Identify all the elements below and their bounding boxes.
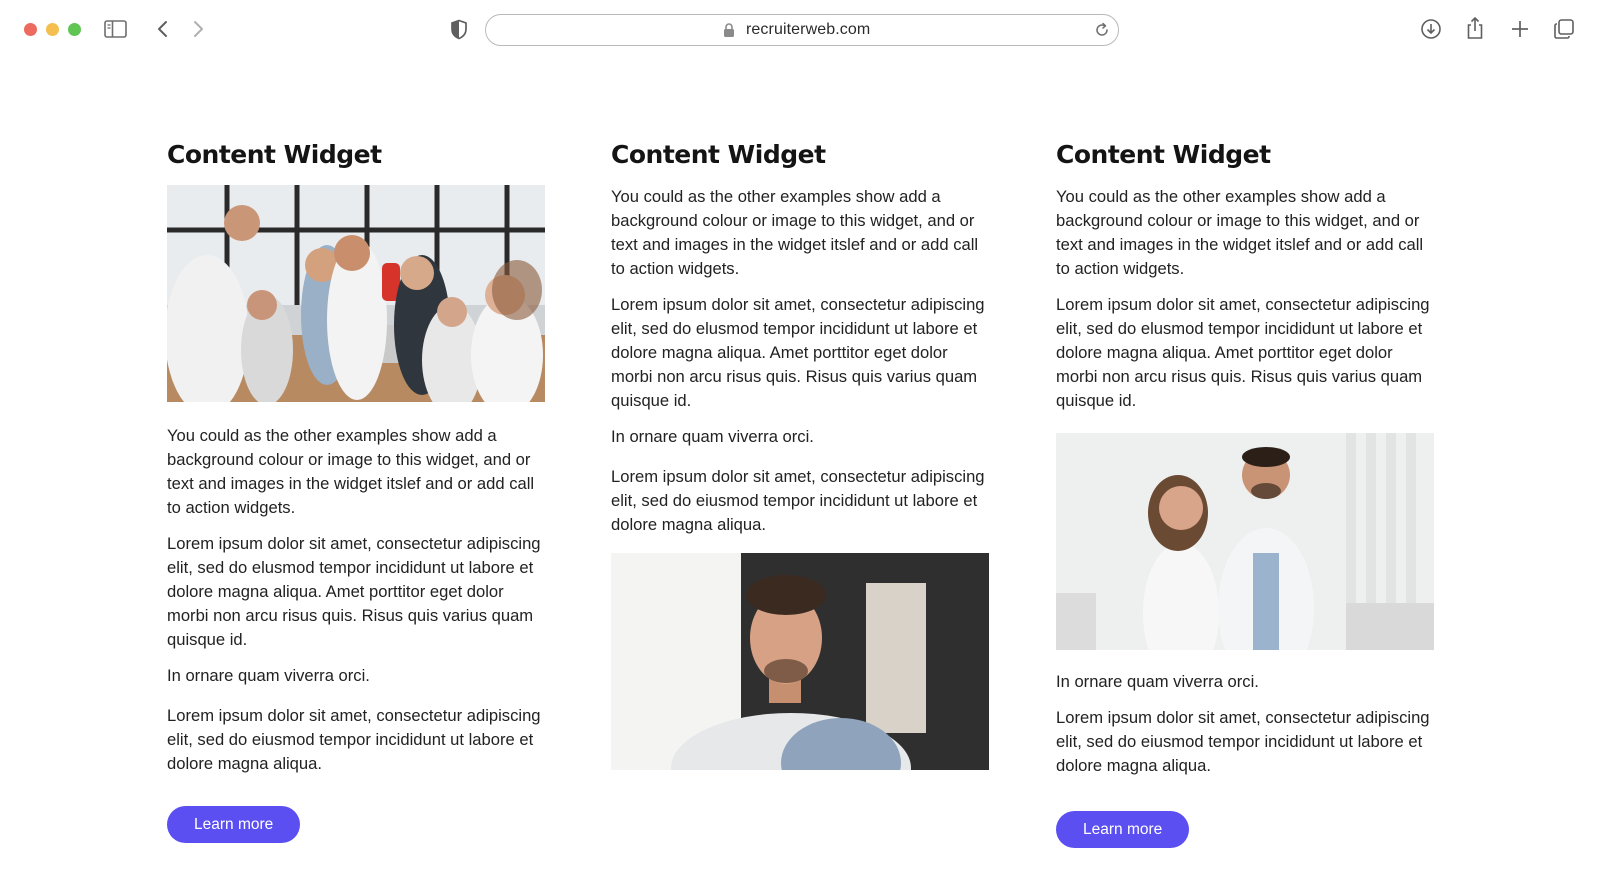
url-text: recruiterweb.com bbox=[746, 21, 871, 38]
new-tab-plus-icon[interactable] bbox=[1510, 19, 1530, 39]
lock-icon bbox=[723, 23, 735, 43]
content-widget-3: Content Widget You could as the other ex… bbox=[1056, 140, 1434, 848]
browser-toolbar: recruiterweb.com bbox=[0, 0, 1600, 58]
paragraph: In ornare quam viverra orci. bbox=[611, 427, 814, 446]
paragraph: Lorem ipsum dolor sit amet, consectetur … bbox=[167, 534, 541, 649]
reload-icon[interactable] bbox=[1094, 22, 1110, 43]
widget-title: Content Widget bbox=[167, 140, 382, 169]
download-icon[interactable] bbox=[1420, 18, 1442, 40]
learn-more-button[interactable]: Learn more bbox=[1056, 811, 1190, 848]
widget-title: Content Widget bbox=[611, 140, 826, 169]
paragraph: Lorem ipsum dolor sit amet, consectetur … bbox=[611, 295, 985, 410]
forward-chevron-icon[interactable] bbox=[191, 19, 205, 39]
paragraph: You could as the other examples show add… bbox=[611, 187, 979, 278]
content-widget-2: Content Widget You could as the other ex… bbox=[611, 140, 989, 770]
paragraph: In ornare quam viverra orci. bbox=[167, 666, 370, 685]
shield-icon[interactable] bbox=[450, 19, 468, 40]
zoom-window-button[interactable] bbox=[68, 23, 81, 36]
paragraph: In ornare quam viverra orci. bbox=[1056, 672, 1259, 691]
minimize-window-button[interactable] bbox=[46, 23, 59, 36]
paragraph: Lorem ipsum dolor sit amet, consectetur … bbox=[1056, 708, 1430, 775]
paragraph: Lorem ipsum dolor sit amet, consectetur … bbox=[611, 467, 985, 534]
widget-title: Content Widget bbox=[1056, 140, 1271, 169]
learn-more-button[interactable]: Learn more bbox=[167, 806, 301, 843]
paragraph: Lorem ipsum dolor sit amet, consectetur … bbox=[167, 706, 541, 773]
paragraph: You could as the other examples show add… bbox=[1056, 187, 1424, 278]
doctors-clinic-photo bbox=[1056, 433, 1434, 650]
content-widget-1: Content Widget You could as the other ex… bbox=[167, 140, 545, 843]
sidebar-toggle-icon[interactable] bbox=[104, 19, 128, 39]
tab-overview-icon[interactable] bbox=[1553, 18, 1575, 40]
young-man-portrait-photo bbox=[611, 553, 989, 770]
back-chevron-icon[interactable] bbox=[156, 19, 170, 39]
paragraph: You could as the other examples show add… bbox=[167, 426, 535, 517]
paragraph: Lorem ipsum dolor sit amet, consectetur … bbox=[1056, 295, 1430, 410]
share-icon[interactable] bbox=[1465, 16, 1485, 40]
address-bar[interactable]: recruiterweb.com bbox=[485, 14, 1119, 46]
close-window-button[interactable] bbox=[24, 23, 37, 36]
team-celebrating-office-photo bbox=[167, 185, 545, 402]
